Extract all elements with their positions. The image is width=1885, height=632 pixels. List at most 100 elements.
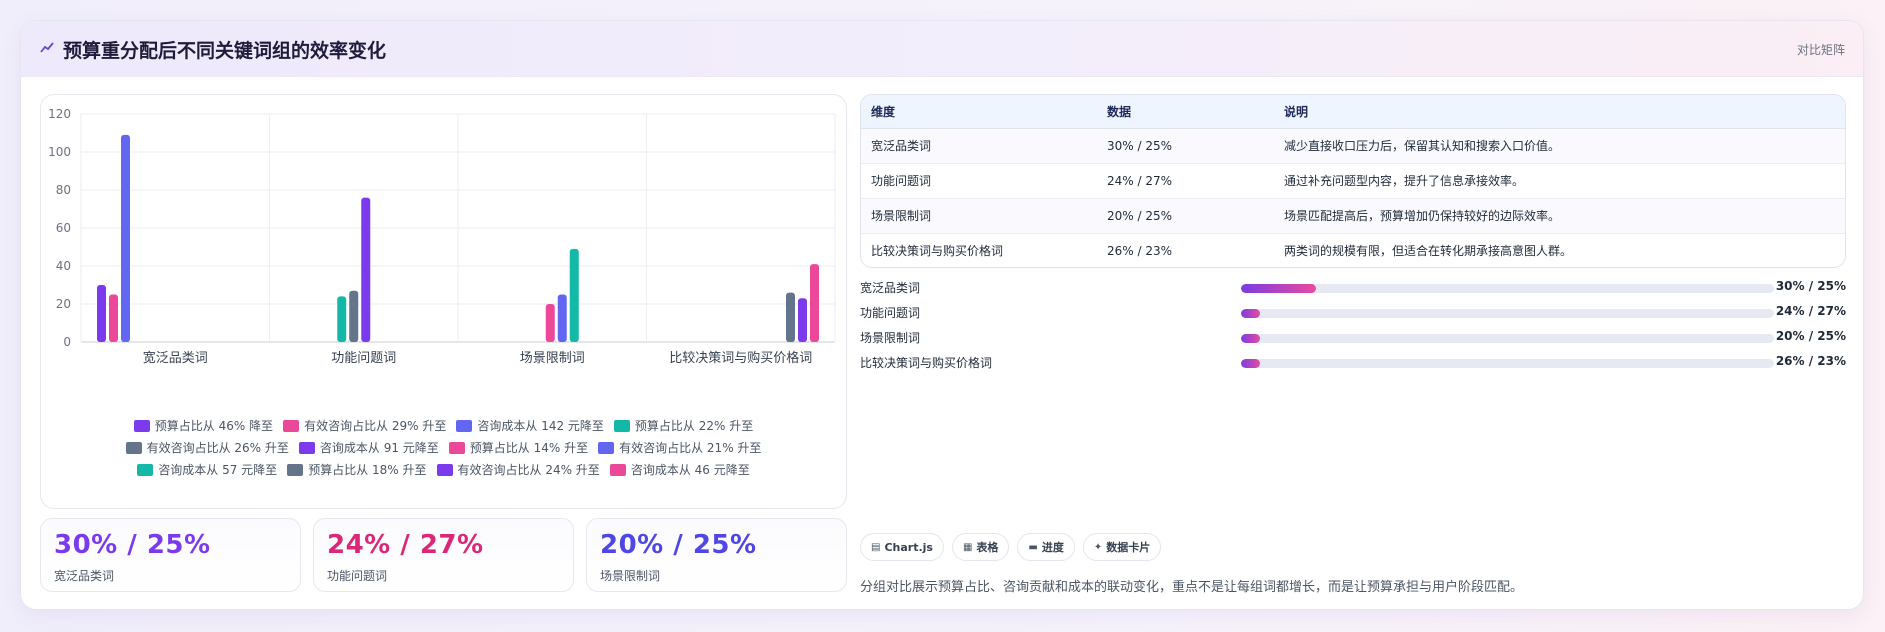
kpi-label: 宽泛品类词 (54, 569, 115, 583)
bar (798, 298, 807, 342)
progress-label: 功能问题词 (860, 306, 921, 320)
table-cell: 两类词的规模有限，但适合在转化期承接高意图人群。 (1284, 244, 1573, 259)
progress-label: 比较决策词与购买价格词 (860, 356, 993, 370)
y-tick-label: 0 (63, 335, 71, 349)
table-cell: 功能问题词 (861, 163, 1097, 199)
chip-label: Chart.js (884, 540, 933, 554)
legend-label: 有效咨询占比从 26% 升至 (146, 441, 289, 455)
legend-swatch (133, 419, 150, 432)
table-row: 宽泛品类词 30% / 25% 减少直接收口压力后，保留其认知和搜索入口价值。 (861, 128, 1845, 164)
legend-item[interactable]: 有效咨询占比从 29% 升至 (283, 417, 446, 434)
y-tick-label: 100 (48, 145, 71, 159)
progress-label: 场景限制词 (860, 331, 921, 345)
line-chart-icon (39, 41, 55, 59)
progress-fill (1241, 309, 1260, 318)
bar (97, 285, 106, 342)
chip-data-card[interactable]: ✦ 数据卡片 (1082, 533, 1162, 561)
progress-value: 24% / 27% (1775, 304, 1846, 318)
legend-swatch (287, 463, 304, 476)
progress-row: 功能问题词 24% / 27% (860, 301, 1846, 326)
legend-item[interactable]: 有效咨询占比从 21% 升至 (598, 439, 761, 456)
y-tick-label: 60 (56, 221, 71, 235)
legend-swatch (613, 419, 630, 432)
bar-chart: 0 20 40 60 80 100 120 宽泛品类词 功能问题词 场景限制词 比较决策词与购买价格… (48, 107, 836, 366)
progress-row: 场景限制词 20% / 25% (860, 326, 1846, 351)
progress-fill (1241, 334, 1260, 343)
progress-track (1241, 334, 1774, 343)
legend-label: 咨询成本从 46 元降至 (630, 463, 750, 477)
table-cell: 20% / 25% (1097, 198, 1274, 234)
legend-swatch (125, 441, 142, 454)
chip-chartjs[interactable]: ▤ Chart.js (860, 533, 944, 561)
kpi-value: 24% / 27% (327, 530, 484, 560)
chip-table[interactable]: ▦ 表格 (951, 533, 1010, 561)
progress-row: 比较决策词与购买价格词 26% / 23% (860, 351, 1846, 376)
bar (349, 290, 359, 342)
legend-item[interactable]: 有效咨询占比从 24% 升至 (436, 461, 600, 478)
progress-track (1241, 284, 1774, 293)
bar (557, 294, 567, 342)
progress-track (1241, 359, 1774, 368)
legend-label: 预算占比从 14% 升至 (469, 441, 589, 455)
progress-row: 宽泛品类词 30% / 25% (860, 276, 1846, 301)
footnote: 分组对比展示预算占比、咨询贡献和成本的联动变化，重点不是让每组词都增长，而是让预… (860, 580, 1524, 595)
card-icon: ✦ (1093, 541, 1103, 553)
legend-swatch (598, 441, 615, 454)
progress-track (1241, 309, 1774, 318)
legend-item[interactable]: 咨询成本从 57 元降至 (137, 461, 277, 478)
kpi-card-broad: 30% / 25% 宽泛品类词 (40, 518, 301, 592)
legend-swatch (436, 463, 453, 476)
legend-label: 预算占比从 46% 降至 (154, 419, 274, 433)
table-header-row: 维度 数据 说明 (861, 95, 1845, 129)
legend-item[interactable]: 预算占比从 18% 升至 (287, 461, 427, 478)
legend-label: 咨询成本从 91 元降至 (319, 441, 439, 455)
table-cell: 减少直接收口压力后，保留其认知和搜索入口价值。 (1274, 128, 1845, 164)
kpi-label: 功能问题词 (327, 569, 388, 583)
bar-chart-panel: 0 20 40 60 80 100 120 宽泛品类词 功能问题词 场景限制词 比较决策词与购买价格… (40, 94, 847, 509)
bar (121, 134, 130, 342)
legend-label: 有效咨询占比从 21% 升至 (619, 441, 762, 455)
legend-label: 咨询成本从 57 元降至 (158, 463, 278, 477)
table-cell: 宽泛品类词 (861, 128, 1097, 164)
progress-icon: ▬ (1028, 541, 1038, 553)
table-cell: 比较决策词与购买价格词 (871, 244, 1004, 259)
kpi-value: 30% / 25% (54, 530, 211, 560)
table-icon: ▦ (962, 541, 973, 553)
table-cell: 30% / 25% (1097, 128, 1274, 164)
view-tag[interactable]: 对比矩阵 (1797, 41, 1845, 58)
bar (569, 248, 579, 342)
legend-item[interactable]: 预算占比从 46% 降至 (133, 417, 274, 434)
y-tick-label: 80 (56, 183, 71, 197)
table-row: 功能问题词 24% / 27% 通过补充问题型内容，提升了信息承接效率。 (861, 163, 1845, 199)
chart-icon: ▤ (871, 541, 881, 553)
chip-progress[interactable]: ▬ 进度 (1017, 533, 1075, 561)
legend-label: 有效咨询占比从 24% 升至 (457, 463, 600, 477)
table-cell: 26% / 23% (1107, 243, 1173, 258)
card-header: 预算重分配后不同关键词组的效率变化 对比矩阵 (21, 21, 1863, 77)
legend-label: 有效咨询占比从 29% 升至 (304, 419, 447, 433)
y-tick-label: 20 (56, 297, 71, 311)
legend-item[interactable]: 预算占比从 14% 升至 (448, 439, 589, 456)
legend-item[interactable]: 预算占比从 22% 升至 (613, 417, 753, 434)
legend-item[interactable]: 咨询成本从 46 元降至 (609, 461, 750, 478)
legend-label: 预算占比从 18% 升至 (308, 463, 427, 477)
kpi-card-function: 24% / 27% 功能问题词 (313, 518, 574, 592)
legend-item[interactable]: 咨询成本从 142 元降至 (456, 417, 604, 434)
bar (337, 296, 347, 342)
legend-item[interactable]: 咨询成本从 91 元降至 (298, 439, 439, 456)
legend-item[interactable]: 有效咨询占比从 26% 升至 (125, 439, 289, 456)
table-cell: 24% / 27% (1097, 163, 1274, 199)
progress-fill (1241, 359, 1260, 368)
bar (786, 292, 795, 342)
progress-fill (1241, 284, 1316, 293)
legend-swatch (283, 419, 300, 432)
chart-legend: 预算占比从 46% 降至 有效咨询占比从 29% 升至 咨询成本从 142 元降至预… (41, 417, 846, 478)
column-header: 说明 (1274, 95, 1845, 129)
chip-label: 数据卡片 (1106, 541, 1151, 554)
x-tick-label: 宽泛品类词 (143, 350, 208, 366)
y-tick-label: 40 (56, 259, 71, 273)
legend-label: 咨询成本从 142 元降至 (477, 419, 604, 433)
legend-swatch (448, 441, 465, 454)
progress-value: 30% / 25% (1775, 279, 1846, 293)
y-tick-label: 120 (48, 107, 71, 121)
